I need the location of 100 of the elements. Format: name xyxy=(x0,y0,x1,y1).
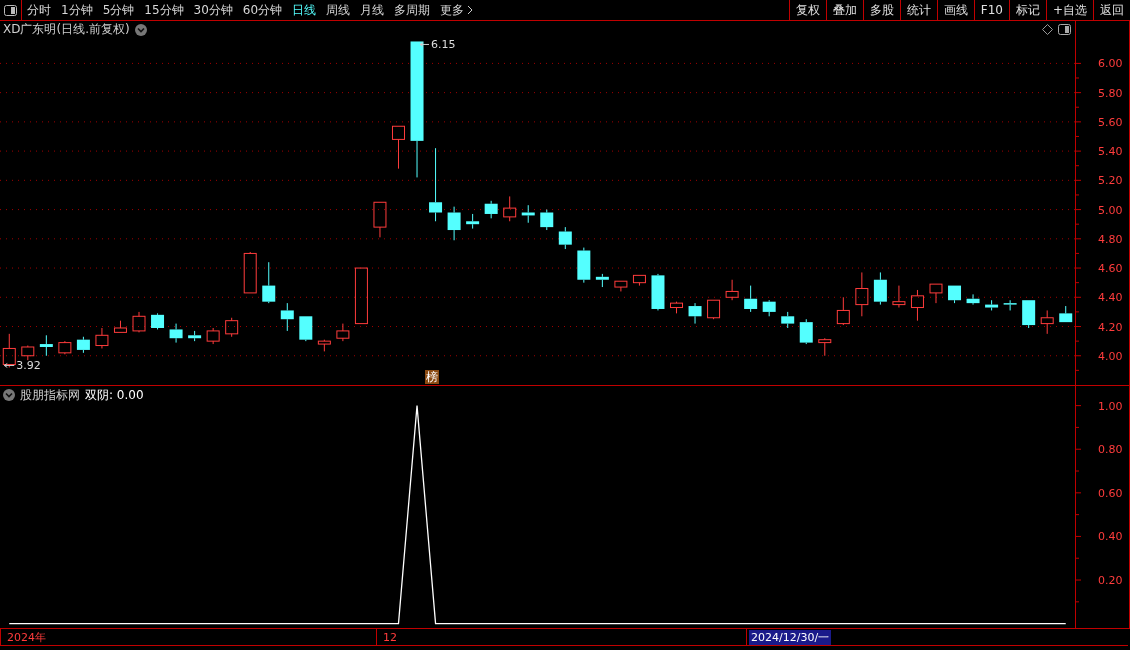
axis-label: 5.80 xyxy=(1098,86,1123,100)
axis-label: 0.60 xyxy=(1098,486,1123,500)
candle xyxy=(132,311,146,333)
candle xyxy=(225,317,239,338)
candle xyxy=(744,285,758,313)
axis-label: 4.60 xyxy=(1098,262,1123,276)
axis-label: 4.20 xyxy=(1098,320,1123,334)
candle xyxy=(799,318,813,345)
axis-label: 0.40 xyxy=(1098,530,1123,544)
candle xyxy=(725,279,739,301)
period-tab[interactable]: 月线 xyxy=(355,0,390,20)
candle xyxy=(503,195,517,222)
period-tab[interactable]: 多周期 xyxy=(389,0,436,20)
candle xyxy=(836,296,850,326)
axis-label: 0.20 xyxy=(1098,574,1123,588)
period-tab[interactable]: 周线 xyxy=(321,0,356,20)
candle xyxy=(373,201,387,238)
candle xyxy=(577,247,591,284)
period-tab[interactable]: 1分钟 xyxy=(56,0,98,20)
candle xyxy=(299,315,313,342)
arrow-icon xyxy=(419,41,430,47)
axis-label: 5.60 xyxy=(1098,115,1123,129)
panel-toggle-icon xyxy=(4,4,17,16)
axis-label: 0.80 xyxy=(1098,443,1123,457)
candle xyxy=(392,125,405,170)
candle xyxy=(262,261,276,304)
candle xyxy=(188,330,202,342)
candle xyxy=(540,209,554,231)
candle xyxy=(1040,309,1054,335)
period-tab[interactable]: 更多 xyxy=(435,0,479,20)
axis-label: 5.00 xyxy=(1098,203,1123,217)
candle xyxy=(781,311,795,329)
candle xyxy=(206,327,220,345)
candle xyxy=(113,320,127,333)
indicator-reading: 双阴: 0.00 xyxy=(85,386,144,404)
chevron-right-icon xyxy=(467,5,474,15)
candle xyxy=(484,200,498,219)
candle xyxy=(632,274,646,287)
candle xyxy=(873,271,887,306)
year-label: 2024年 xyxy=(7,629,46,645)
candle xyxy=(169,323,183,344)
candle xyxy=(466,213,480,230)
candle xyxy=(2,333,16,368)
candle xyxy=(558,226,572,250)
cursor-date: 2024/12/30/一 xyxy=(749,629,832,645)
period-tab[interactable]: 5分钟 xyxy=(97,0,140,20)
axis-label: 4.80 xyxy=(1098,232,1123,246)
candle xyxy=(243,251,257,294)
candle xyxy=(95,327,109,349)
axis-label: 5.20 xyxy=(1098,174,1123,188)
candle xyxy=(707,299,721,320)
month-label: 12 xyxy=(383,630,397,644)
candle xyxy=(447,206,461,241)
candle xyxy=(354,267,368,325)
candle xyxy=(855,271,869,317)
diamond-icon[interactable] xyxy=(1042,24,1053,35)
candle xyxy=(762,299,776,317)
chevron-down-icon[interactable] xyxy=(134,23,147,36)
axis-label: 4.40 xyxy=(1098,291,1123,305)
candle xyxy=(280,302,294,332)
candle xyxy=(929,283,943,304)
candle xyxy=(670,301,683,314)
candle xyxy=(76,336,90,354)
candle xyxy=(1003,299,1017,311)
axis-label: 6.00 xyxy=(1098,57,1123,71)
period-tab[interactable]: 30分钟 xyxy=(188,0,238,20)
candle xyxy=(614,280,628,292)
period-tab[interactable]: 15分钟 xyxy=(139,0,189,20)
candle xyxy=(892,285,906,308)
panel-toggle-icon[interactable] xyxy=(1058,24,1071,35)
axis-label: 5.40 xyxy=(1098,145,1123,159)
candle xyxy=(521,204,535,224)
period-tab[interactable]: 60分钟 xyxy=(237,0,288,20)
candle xyxy=(688,302,702,325)
axis-label: 4.00 xyxy=(1098,349,1123,363)
candle xyxy=(58,340,72,355)
candle xyxy=(966,293,980,306)
candle xyxy=(336,323,350,342)
axis-label: 1.00 xyxy=(1098,399,1123,413)
ranking-badge[interactable]: 榜 xyxy=(425,370,439,384)
candle xyxy=(818,337,832,357)
low-price-label: 3.92 xyxy=(16,359,41,373)
candle xyxy=(317,339,331,352)
candle xyxy=(985,299,999,311)
candle xyxy=(910,289,924,322)
arrow-icon xyxy=(3,362,15,368)
period-tab[interactable]: 分时 xyxy=(22,0,56,20)
candle xyxy=(651,273,665,311)
candle xyxy=(948,285,962,304)
chart-title: XD广东明(日线.前复权) xyxy=(3,21,130,38)
candle xyxy=(1022,299,1036,329)
indicator-title: 股朋指标网 xyxy=(20,386,80,404)
candle xyxy=(39,334,53,357)
candle xyxy=(151,312,165,330)
period-tab[interactable]: 日线 xyxy=(287,0,322,20)
high-price-label: 6.15 xyxy=(431,38,456,52)
chevron-down-icon[interactable] xyxy=(3,389,15,401)
candle xyxy=(595,273,609,288)
candle xyxy=(21,345,35,361)
candle xyxy=(1059,305,1073,323)
